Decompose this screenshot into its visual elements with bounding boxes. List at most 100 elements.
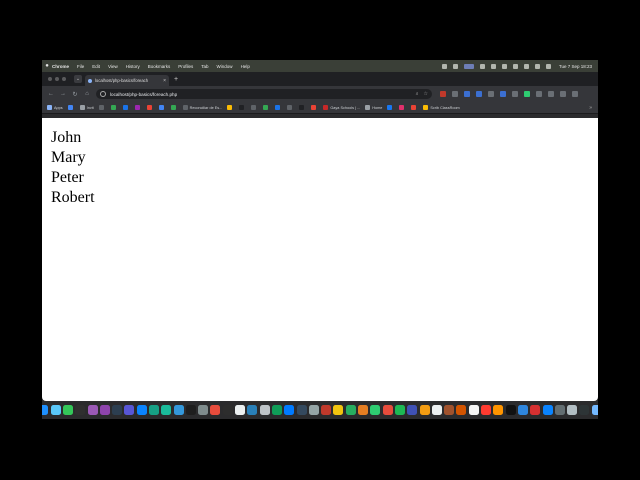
puzzle-icon[interactable] (548, 91, 554, 97)
dock-app-icon[interactable] (444, 405, 455, 415)
bookmark-item[interactable] (170, 105, 178, 110)
reload-icon[interactable]: ↻ (69, 91, 81, 98)
forward-arrow-icon[interactable]: → (57, 91, 69, 97)
dock-app-icon[interactable] (493, 405, 504, 415)
dock-app-icon[interactable] (358, 405, 369, 415)
dock-app-icon[interactable] (149, 405, 159, 415)
bookmarks-overflow-icon[interactable]: » (589, 105, 592, 111)
dock-app-icon[interactable] (222, 405, 233, 415)
bookmark-item[interactable]: Apps (47, 105, 63, 110)
dock-app-icon[interactable] (419, 405, 430, 415)
bookmark-item[interactable] (299, 105, 306, 110)
dock-app-icon[interactable] (321, 405, 332, 415)
status-icon[interactable] (501, 63, 507, 69)
new-tab-icon[interactable]: + (174, 76, 178, 83)
dock-app-icon[interactable] (481, 405, 492, 415)
eyedropper-icon[interactable] (512, 91, 518, 97)
menu-edit[interactable]: Edit (92, 64, 100, 69)
dock-app-icon[interactable] (235, 405, 246, 415)
bookmark-item[interactable] (311, 105, 318, 110)
status-icon[interactable] (479, 63, 485, 69)
bookmark-star-icon[interactable]: ☆ (424, 91, 428, 97)
bookmark-item[interactable] (227, 105, 234, 110)
dock-app-icon[interactable] (42, 405, 49, 415)
dock-app-icon[interactable] (370, 405, 381, 415)
dock-app-icon[interactable] (247, 405, 258, 415)
dock-app-icon[interactable] (124, 405, 135, 415)
dock-app-icon[interactable] (259, 405, 270, 415)
bookmark-item[interactable]: Home (365, 105, 382, 110)
dock-app-icon[interactable] (345, 405, 356, 415)
status-icon[interactable] (441, 63, 447, 69)
bookmark-item[interactable] (251, 105, 258, 110)
menu-bar-clock[interactable]: Tue 7 Sep 18:23 (559, 64, 592, 69)
menu-chrome[interactable]: Chrome (52, 64, 69, 69)
dock-app-icon[interactable] (173, 405, 184, 415)
profile-avatar-icon[interactable] (560, 91, 566, 97)
bookmark-item[interactable] (387, 105, 394, 110)
menu-help[interactable]: Help (241, 64, 250, 69)
dock-app-icon[interactable] (517, 405, 528, 415)
dock-app-icon[interactable] (296, 405, 307, 415)
dock-app-icon[interactable] (407, 405, 418, 415)
menu-view[interactable]: View (108, 64, 118, 69)
dock-app-icon[interactable] (579, 405, 590, 415)
dock-app-icon[interactable] (87, 405, 98, 415)
search-icon[interactable] (534, 63, 540, 69)
dock-app-icon[interactable] (468, 405, 479, 415)
dock-app-icon[interactable] (185, 405, 196, 415)
dock-app-icon[interactable] (210, 405, 221, 415)
dock-app-icon[interactable] (542, 405, 553, 415)
dock-app-icon[interactable] (62, 405, 73, 415)
dock-app-icon[interactable] (308, 405, 319, 415)
extension-icon[interactable] (488, 91, 494, 97)
bookmark-item[interactable] (67, 105, 75, 110)
menu-tab[interactable]: Tab (201, 64, 208, 69)
bookmark-item[interactable] (134, 105, 142, 110)
screen-recording-icon[interactable] (463, 63, 474, 69)
menu-bookmarks[interactable]: Bookmarks (148, 64, 171, 69)
bookmark-item[interactable] (275, 105, 282, 110)
bookmark-item[interactable] (122, 105, 130, 110)
zoom-icon[interactable]: ⌕ (416, 91, 419, 97)
dock-app-icon[interactable] (530, 405, 541, 415)
bookmark-item[interactable]: Reconciliar de Es... (182, 105, 222, 110)
control-center-icon[interactable] (545, 63, 551, 69)
dock-app-icon[interactable] (431, 405, 442, 415)
apple-menu-icon[interactable]: ● (42, 63, 52, 69)
menu-history[interactable]: History (126, 64, 140, 69)
extension-icon[interactable] (500, 91, 506, 97)
wifi-icon[interactable] (523, 63, 529, 69)
dock-app-icon[interactable] (456, 405, 467, 415)
extension-icon[interactable] (464, 91, 470, 97)
bookmark-item[interactable] (98, 105, 106, 110)
dock-app-icon[interactable] (198, 405, 209, 415)
extension-icon[interactable] (536, 91, 542, 97)
menu-window[interactable]: Window (217, 64, 233, 69)
address-bar[interactable]: localhost/php-basics/foreach.php ⌕ ☆ (96, 89, 432, 99)
dock-app-icon[interactable] (50, 405, 61, 415)
extension-icon[interactable] (452, 91, 458, 97)
bookmark-item[interactable] (287, 105, 294, 110)
dock-app-icon[interactable] (567, 405, 578, 415)
bookmark-item[interactable] (239, 105, 246, 110)
address-url[interactable]: localhost/php-basics/foreach.php (110, 92, 411, 97)
bookmark-item[interactable] (158, 105, 166, 110)
dock-app-icon[interactable] (112, 405, 123, 415)
battery-icon[interactable] (512, 63, 518, 69)
extension-icon[interactable] (440, 91, 446, 97)
bookmark-item[interactable] (263, 105, 270, 110)
tab-foreach[interactable]: localhost/php-basics/foreach × (85, 75, 169, 86)
back-arrow-icon[interactable]: ← (45, 91, 57, 97)
bookmark-item[interactable] (110, 105, 118, 110)
menu-profiles[interactable]: Profiles (178, 64, 193, 69)
window-close-button[interactable] (48, 77, 52, 81)
dock-app-icon[interactable] (284, 405, 295, 415)
extension-icon[interactable] (476, 91, 482, 97)
tab-close-icon[interactable]: × (163, 78, 166, 84)
dock-app-icon[interactable] (591, 405, 598, 415)
dock-app-icon[interactable] (394, 405, 405, 415)
window-minimize-button[interactable] (55, 77, 59, 81)
dock-app-icon[interactable] (75, 405, 86, 415)
status-icon[interactable] (490, 63, 496, 69)
